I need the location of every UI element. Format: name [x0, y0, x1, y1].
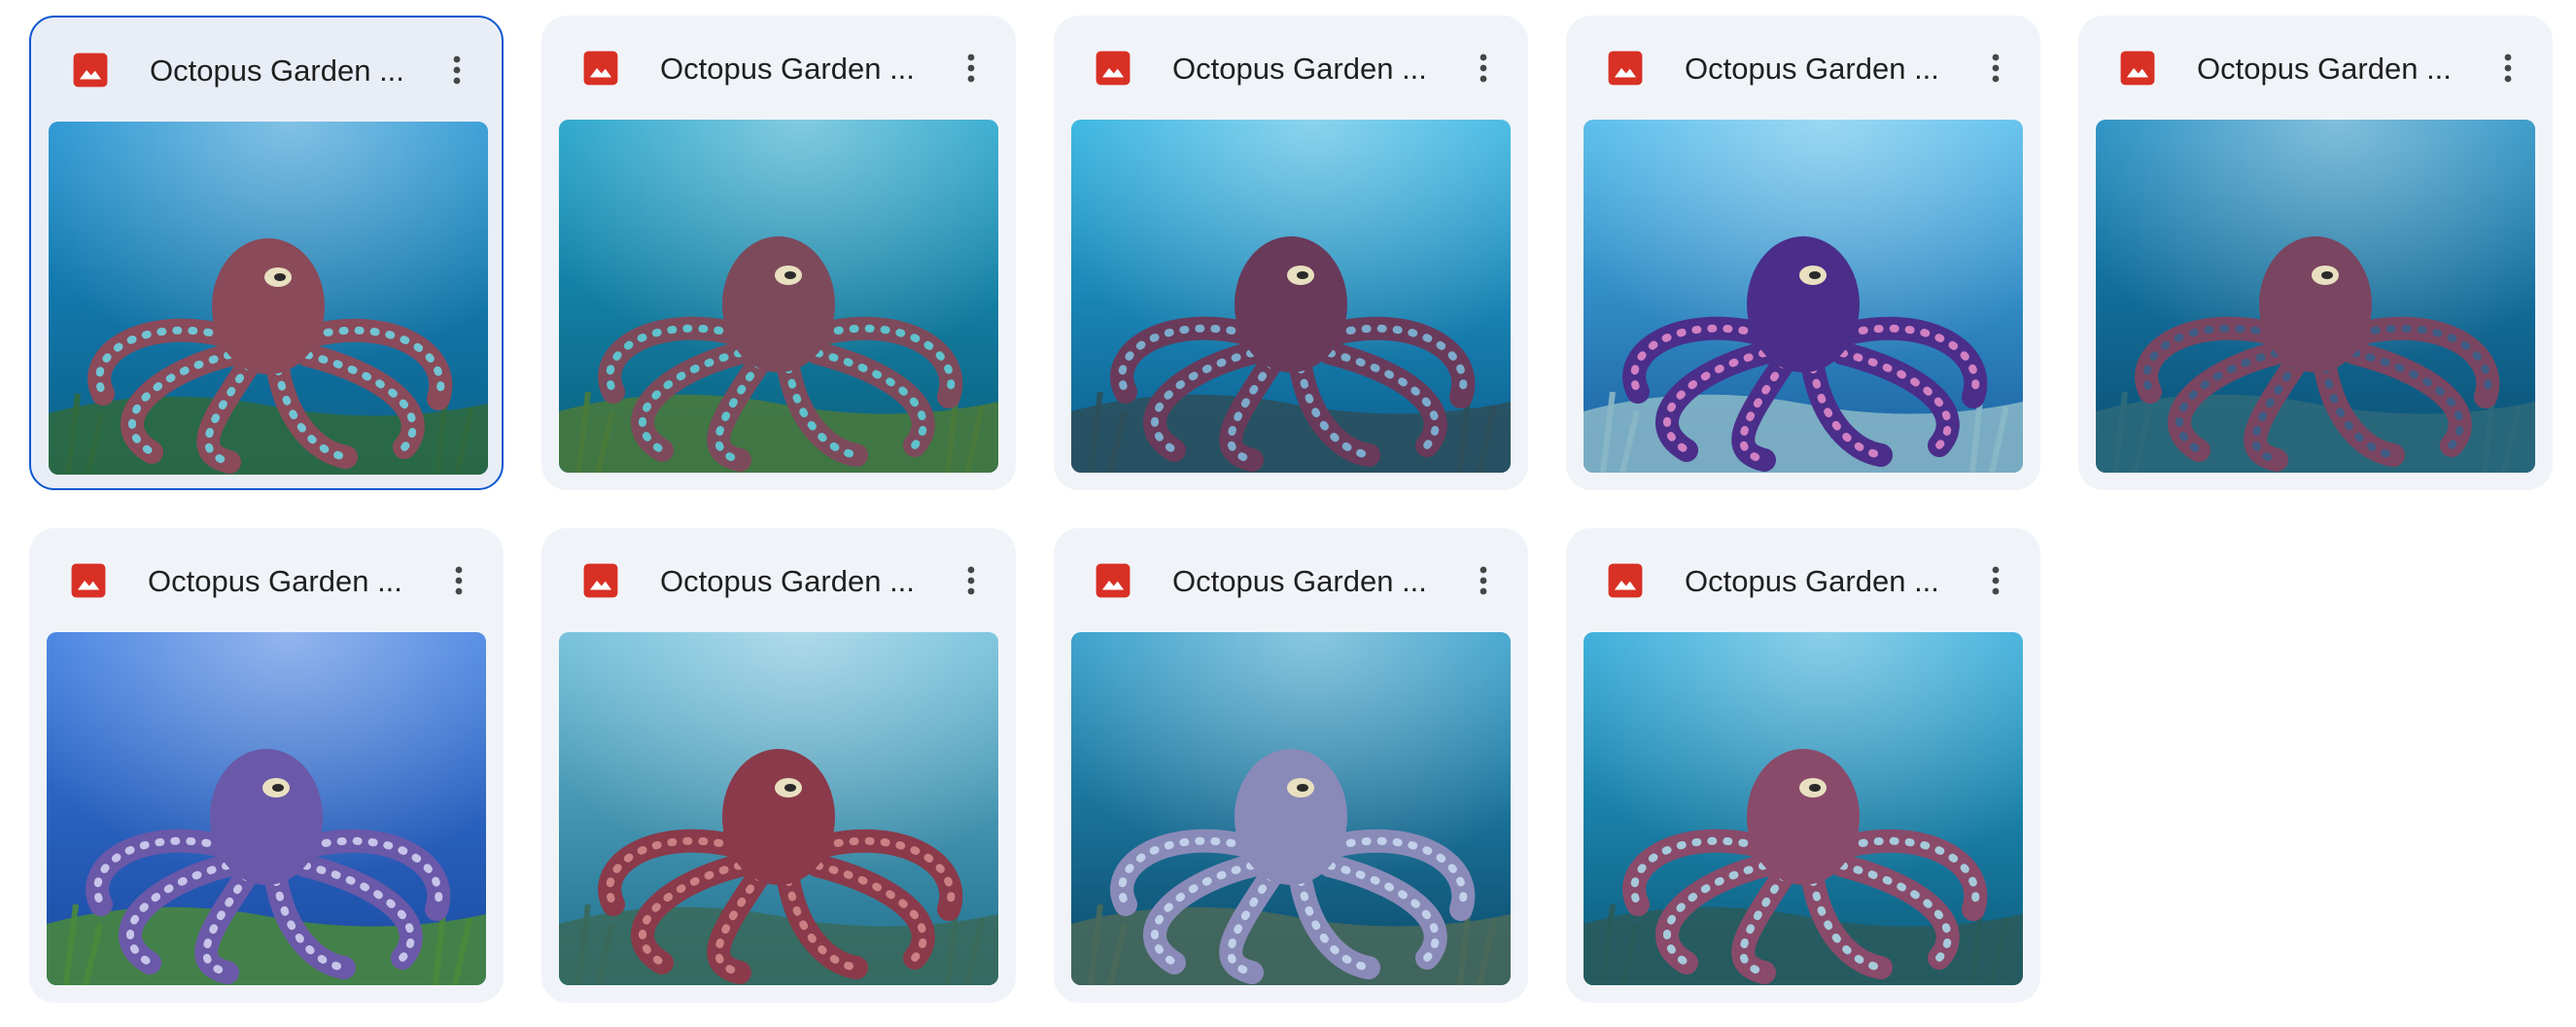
- file-name: Octopus Garden ...: [660, 564, 915, 598]
- thumbnail-art: [1071, 120, 1511, 473]
- thumbnail-art: [47, 632, 486, 985]
- thumbnail-art: [1071, 632, 1511, 985]
- image-file-icon: [1095, 562, 1131, 599]
- more-actions-button[interactable]: [435, 557, 482, 604]
- file-name: Octopus Garden ...: [1685, 564, 1939, 598]
- image-thumbnail[interactable]: [2096, 120, 2535, 473]
- file-card-header: Octopus Garden ...: [1566, 528, 2040, 633]
- more-vert-icon: [455, 566, 463, 595]
- image-file-icon: [1607, 50, 1644, 87]
- more-vert-icon: [1992, 566, 2000, 595]
- file-card-header: Octopus Garden ...: [541, 528, 1016, 633]
- more-actions-button[interactable]: [1460, 45, 1507, 91]
- file-card[interactable]: Octopus Garden ...: [29, 528, 504, 1003]
- more-actions-button[interactable]: [1972, 45, 2019, 91]
- image-thumbnail[interactable]: [559, 120, 998, 473]
- more-vert-icon: [1479, 566, 1487, 595]
- file-card-header: Octopus Garden ...: [29, 528, 504, 633]
- image-thumbnail[interactable]: [559, 632, 998, 985]
- thumbnail-art: [1584, 632, 2023, 985]
- image-file-icon: [582, 562, 619, 599]
- file-card[interactable]: Octopus Garden ...: [2078, 16, 2553, 490]
- thumbnail-art: [559, 120, 998, 473]
- more-vert-icon: [1992, 53, 2000, 83]
- file-card-header: Octopus Garden ...: [1054, 528, 1528, 633]
- file-name: Octopus Garden ...: [660, 52, 915, 86]
- file-card[interactable]: Octopus Garden ...: [1054, 16, 1528, 490]
- image-thumbnail[interactable]: [1071, 120, 1511, 473]
- more-vert-icon: [967, 566, 975, 595]
- file-grid: Octopus Garden ... Octopus Garden ... Oc…: [0, 0, 2576, 1027]
- thumbnail-art: [49, 122, 488, 475]
- more-vert-icon: [453, 55, 461, 85]
- file-name: Octopus Garden ...: [148, 564, 402, 598]
- file-card[interactable]: Octopus Garden ...: [541, 16, 1016, 490]
- image-thumbnail[interactable]: [1584, 632, 2023, 985]
- image-thumbnail[interactable]: [49, 122, 488, 475]
- more-actions-button[interactable]: [2485, 45, 2531, 91]
- file-name: Octopus Garden ...: [1685, 52, 1939, 86]
- image-file-icon: [1095, 50, 1131, 87]
- file-card-header: Octopus Garden ...: [31, 18, 502, 123]
- file-card[interactable]: Octopus Garden ...: [29, 16, 504, 490]
- file-name: Octopus Garden ...: [1172, 564, 1427, 598]
- more-actions-button[interactable]: [948, 557, 994, 604]
- image-file-icon: [70, 562, 107, 599]
- image-thumbnail[interactable]: [47, 632, 486, 985]
- file-card-header: Octopus Garden ...: [1566, 16, 2040, 121]
- file-card[interactable]: Octopus Garden ...: [541, 528, 1016, 1003]
- more-actions-button[interactable]: [1972, 557, 2019, 604]
- file-card[interactable]: Octopus Garden ...: [1054, 528, 1528, 1003]
- more-vert-icon: [2504, 53, 2512, 83]
- more-vert-icon: [1479, 53, 1487, 83]
- image-file-icon: [582, 50, 619, 87]
- file-card[interactable]: Octopus Garden ...: [1566, 16, 2040, 490]
- more-actions-button[interactable]: [948, 45, 994, 91]
- file-card-header: Octopus Garden ...: [541, 16, 1016, 121]
- image-file-icon: [1607, 562, 1644, 599]
- thumbnail-art: [559, 632, 998, 985]
- image-file-icon: [72, 52, 109, 89]
- more-vert-icon: [967, 53, 975, 83]
- file-card[interactable]: Octopus Garden ...: [1566, 528, 2040, 1003]
- thumbnail-art: [1584, 120, 2023, 473]
- thumbnail-art: [2096, 120, 2535, 473]
- file-name: Octopus Garden ...: [1172, 52, 1427, 86]
- more-actions-button[interactable]: [434, 47, 480, 93]
- image-thumbnail[interactable]: [1071, 632, 1511, 985]
- file-card-header: Octopus Garden ...: [1054, 16, 1528, 121]
- image-file-icon: [2119, 50, 2156, 87]
- more-actions-button[interactable]: [1460, 557, 1507, 604]
- file-name: Octopus Garden ...: [150, 53, 404, 88]
- file-name: Octopus Garden ...: [2197, 52, 2452, 86]
- file-card-header: Octopus Garden ...: [2078, 16, 2553, 121]
- image-thumbnail[interactable]: [1584, 120, 2023, 473]
